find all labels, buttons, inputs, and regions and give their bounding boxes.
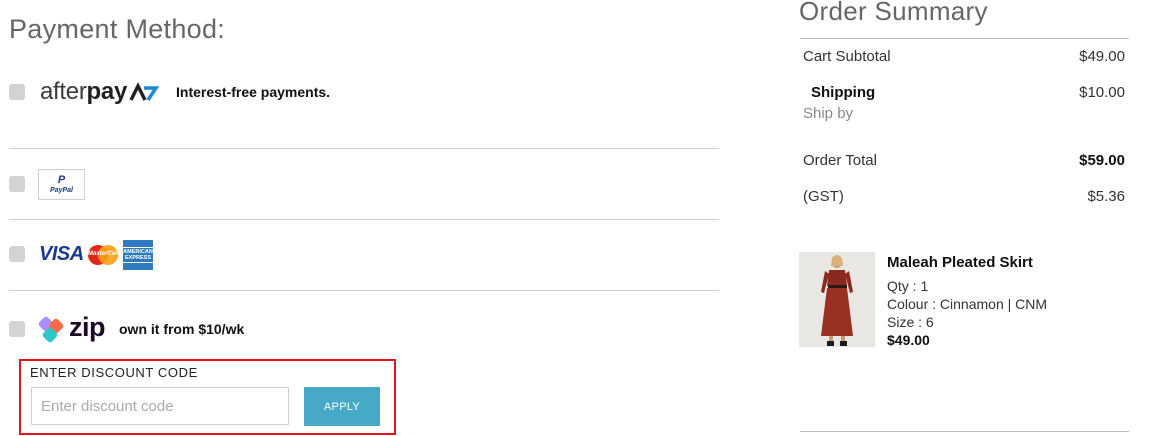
- afterpay-radio[interactable]: [9, 84, 25, 100]
- order-total-value: $59.00: [1079, 152, 1125, 169]
- paypal-p-icon: P: [57, 174, 66, 186]
- paypal-logo-text: PayPal: [50, 187, 73, 194]
- ship-by-label: Ship by: [803, 105, 854, 122]
- zip-caption: own it from $10/wk: [119, 321, 245, 337]
- checkout-page: Payment Method: afterpay Interest-free p…: [0, 0, 1173, 436]
- discount-section: ENTER DISCOUNT CODE APPLY: [19, 359, 396, 435]
- discount-code-input[interactable]: [31, 387, 289, 425]
- gst-value: $5.36: [1087, 188, 1125, 205]
- gst-label: (GST): [803, 188, 844, 205]
- product-photo-icon: [799, 252, 875, 347]
- product-name[interactable]: Maleah Pleated Skirt: [887, 254, 1033, 271]
- product-size: Size : 6: [887, 314, 934, 330]
- zip-mark-icon: [38, 316, 64, 343]
- product-qty: Qty : 1: [887, 278, 929, 294]
- cards-radio[interactable]: [9, 246, 25, 262]
- shipping-value: $10.00: [1079, 84, 1125, 101]
- summary-divider: [800, 38, 1129, 39]
- afterpay-caption: Interest-free payments.: [176, 84, 331, 100]
- shipping-label: Shipping: [811, 84, 876, 101]
- product-price: $49.00: [887, 332, 930, 348]
- zip-radio[interactable]: [9, 321, 25, 337]
- product-colour: Colour : Cinnamon | CNM: [887, 296, 1048, 312]
- zip-logo-text: zip: [69, 312, 106, 342]
- afterpay-mark-icon: [129, 82, 159, 101]
- afterpay-logo: afterpay: [40, 80, 159, 104]
- afterpay-logo-bold-text: pay: [86, 78, 128, 105]
- paypal-radio[interactable]: [9, 176, 25, 192]
- payment-divider: [9, 219, 719, 220]
- cart-subtotal-value: $49.00: [1079, 48, 1125, 65]
- discount-label: ENTER DISCOUNT CODE: [30, 365, 198, 380]
- amex-logo-text: AMERICAN EXPRESS: [123, 246, 153, 264]
- payment-divider: [9, 290, 719, 291]
- order-summary-title: Order Summary: [799, 0, 988, 26]
- amex-logo: AMERICAN EXPRESS: [123, 240, 153, 270]
- order-total-label: Order Total: [803, 152, 877, 169]
- apply-button[interactable]: APPLY: [304, 387, 380, 426]
- paypal-logo: P PayPal: [38, 169, 85, 200]
- summary-divider: [800, 431, 1129, 432]
- payment-divider: [9, 148, 719, 149]
- visa-logo: VISA: [39, 243, 84, 265]
- mastercard-logo: MasterCard: [88, 245, 122, 265]
- payment-method-title: Payment Method:: [9, 14, 226, 44]
- cart-subtotal-label: Cart Subtotal: [803, 48, 891, 65]
- afterpay-logo-light-text: after: [40, 78, 87, 105]
- mastercard-logo-text: MasterCard: [88, 251, 122, 257]
- product-image[interactable]: [799, 252, 875, 347]
